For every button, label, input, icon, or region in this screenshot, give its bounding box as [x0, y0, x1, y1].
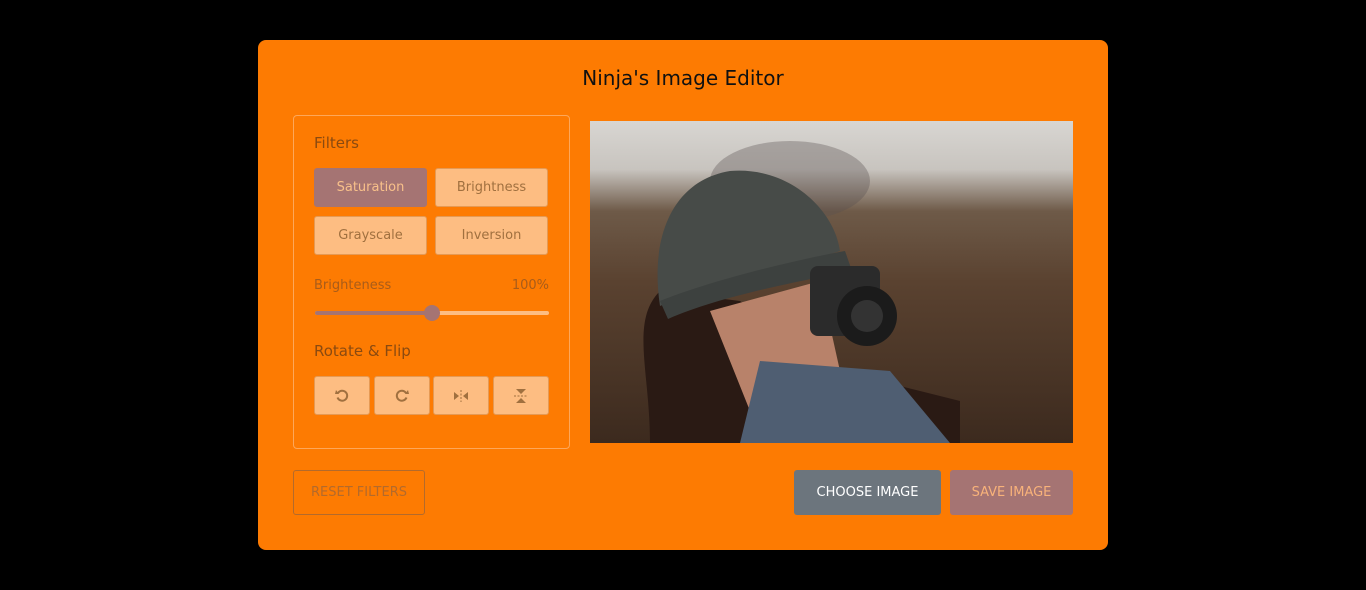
preview-image [590, 121, 1073, 443]
slider-value: 100% [511, 278, 549, 293]
slider-name: Brighteness [314, 278, 392, 293]
filters-label: Filters [314, 134, 359, 152]
rotate-right-button[interactable] [374, 376, 430, 415]
reset-filters-button[interactable]: RESET FILTERS [293, 470, 425, 515]
filter-brightness-button[interactable]: Brightness [435, 168, 548, 207]
rotate-flip-label: Rotate & Flip [314, 342, 411, 360]
filter-saturation-button[interactable]: Saturation [314, 168, 427, 207]
save-image-button[interactable]: SAVE IMAGE [950, 470, 1073, 515]
rotate-left-button[interactable] [314, 376, 370, 415]
flip-horizontal-icon [454, 389, 468, 402]
flip-vertical-icon [514, 388, 528, 403]
filter-grayscale-button[interactable]: Grayscale [314, 216, 427, 255]
controls-panel: Filters Saturation Brightness Grayscale … [293, 115, 570, 449]
page-title: Ninja's Image Editor [582, 66, 784, 90]
choose-image-button[interactable]: CHOOSE IMAGE [794, 470, 941, 515]
editor-card: Ninja's Image Editor Filters Saturation … [258, 40, 1108, 550]
flip-vertical-button[interactable] [493, 376, 549, 415]
filter-inversion-button[interactable]: Inversion [435, 216, 548, 255]
rotate-right-icon [395, 389, 409, 402]
slider-fill [315, 311, 432, 315]
slider-thumb[interactable] [424, 305, 440, 321]
rotate-left-icon [335, 389, 349, 402]
filter-slider[interactable] [315, 305, 549, 321]
flip-horizontal-button[interactable] [433, 376, 489, 415]
